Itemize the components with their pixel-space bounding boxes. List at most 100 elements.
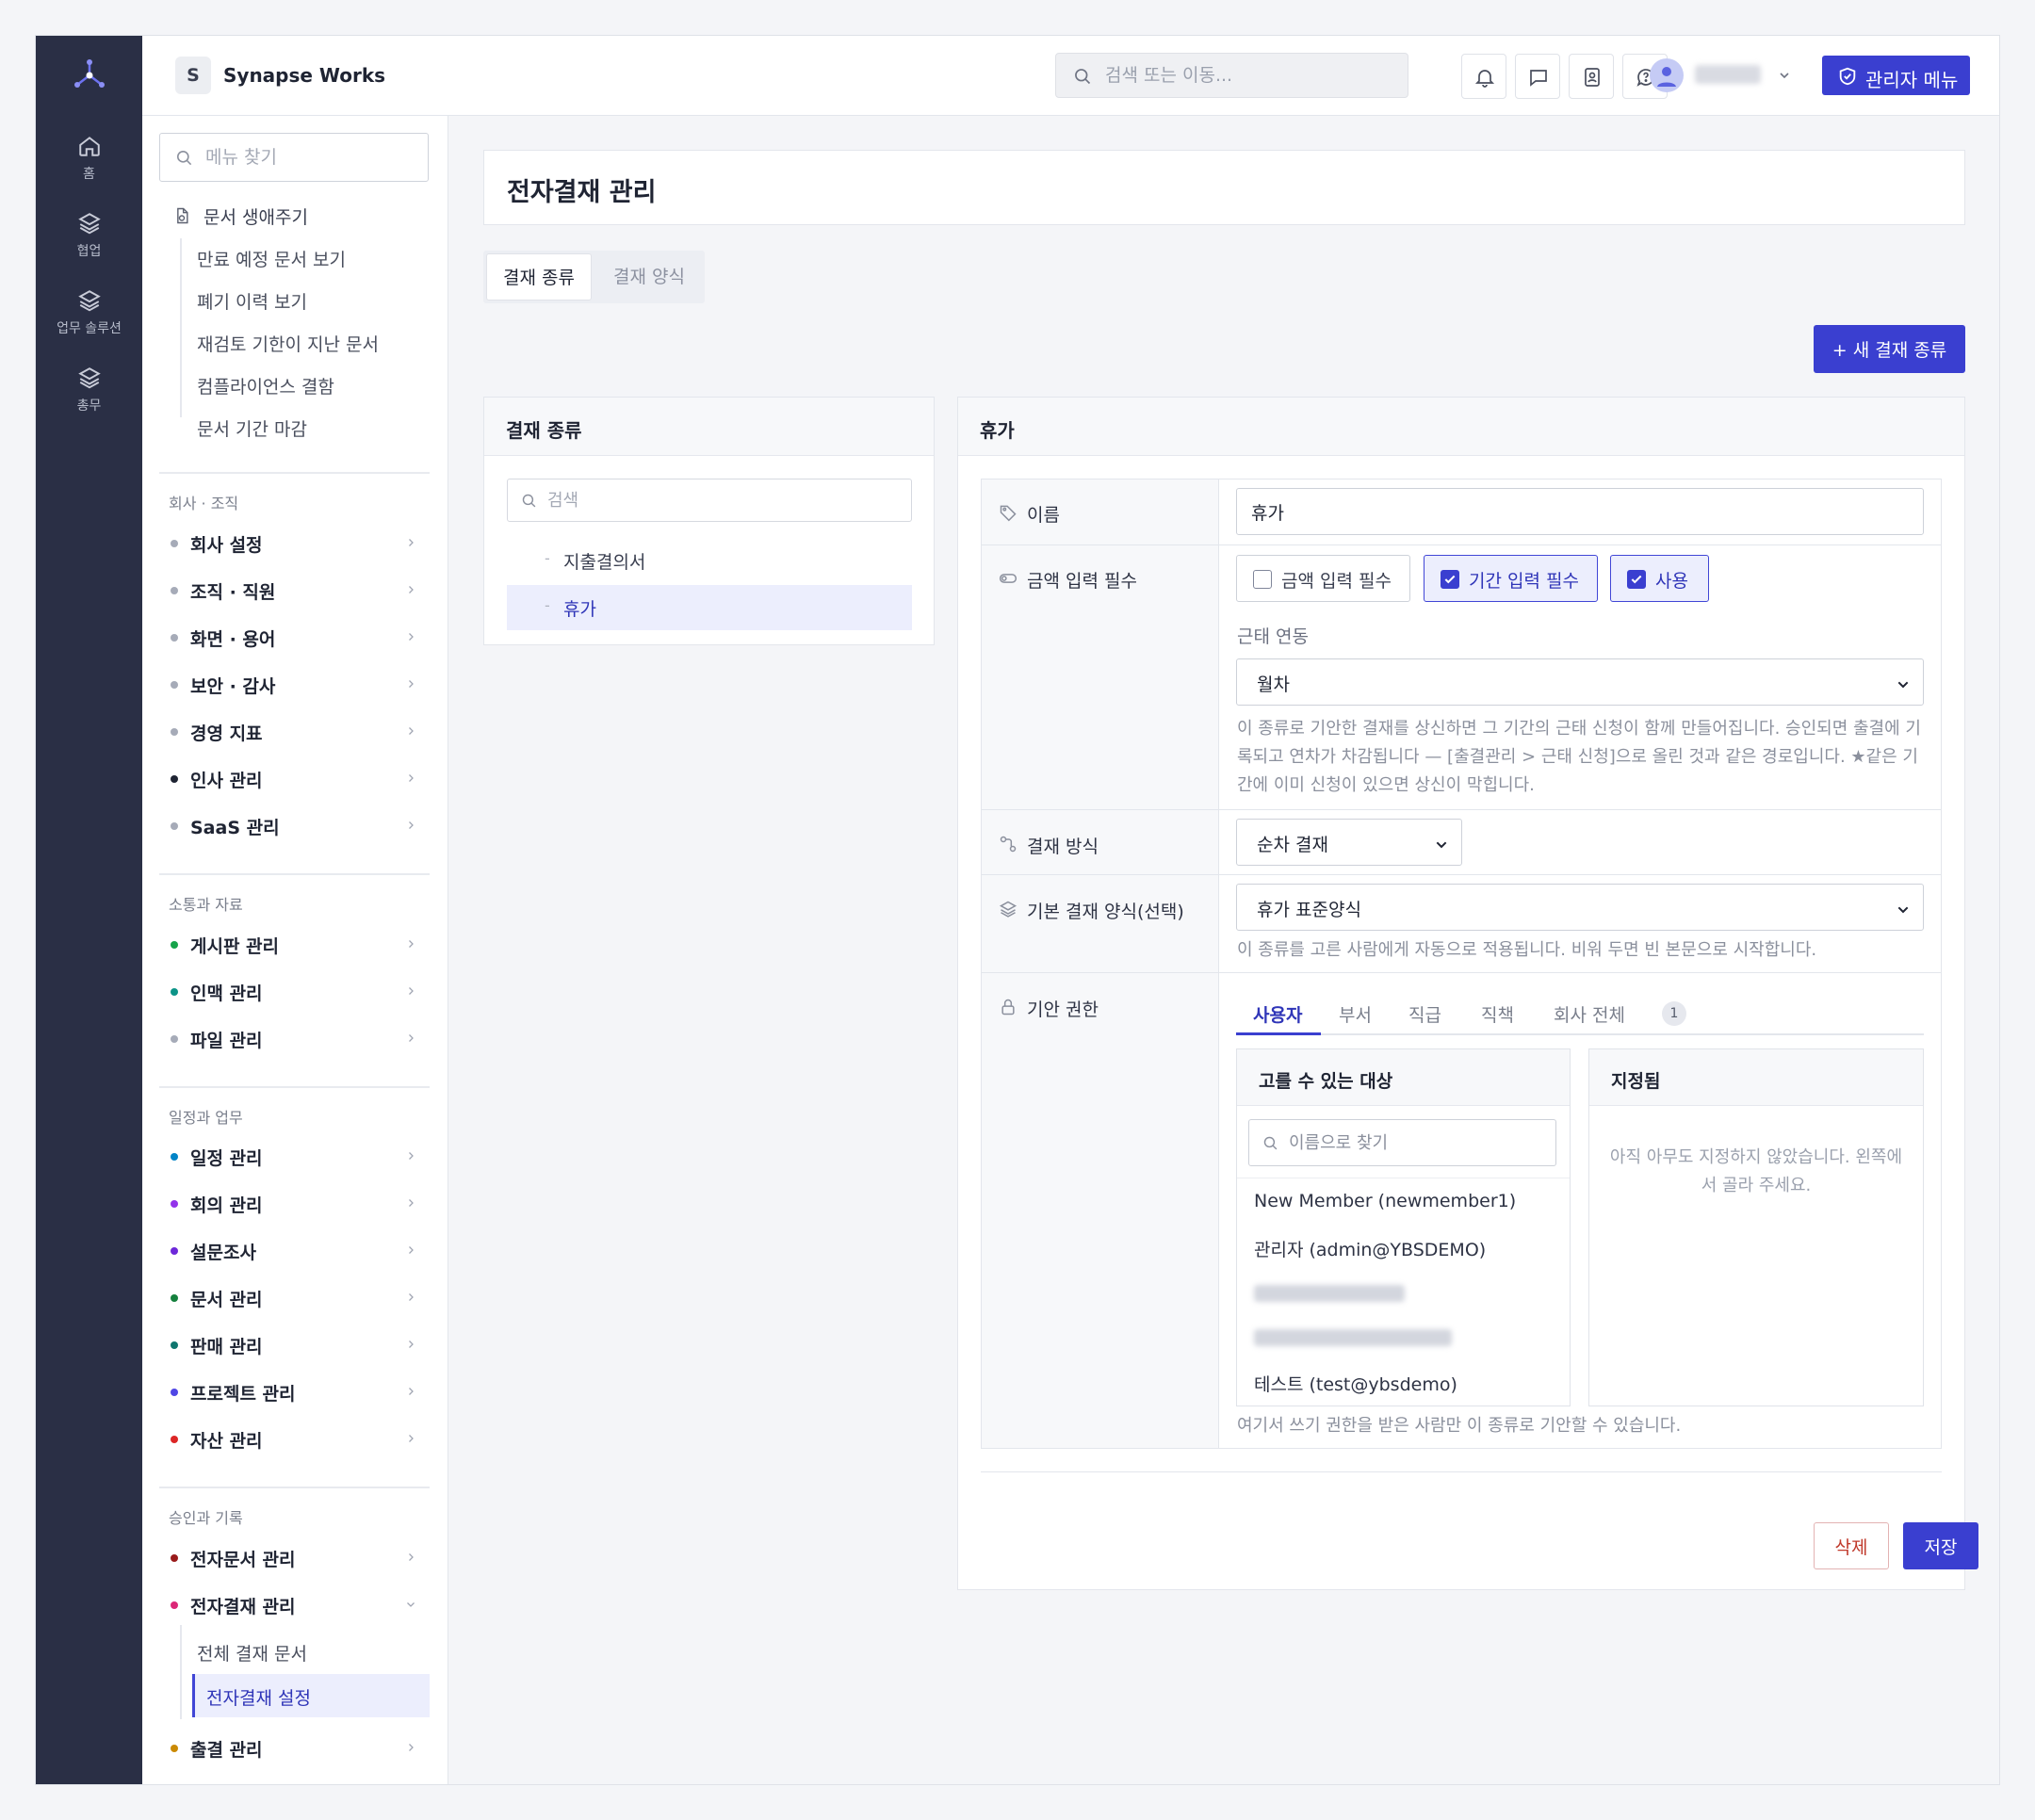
sidebar-item-schedule[interactable]: 일정 관리 <box>159 1137 430 1175</box>
sidebar-item-attendance[interactable]: 출결 관리 <box>159 1729 430 1766</box>
sidebar-subitem-approval-settings[interactable]: 전자결재 설정 <box>192 1674 430 1717</box>
sidebar-item-assets[interactable]: 자산 관리 <box>159 1420 430 1457</box>
delete-button[interactable]: 삭제 <box>1814 1522 1889 1569</box>
sidebar-item-label: 인사 관리 <box>190 771 263 791</box>
sidebar-item-label: 출결 관리 <box>190 1740 263 1761</box>
menu-search[interactable] <box>159 133 429 182</box>
rail-item-solutions[interactable]: 업무 솔루션 <box>36 288 142 337</box>
org-name[interactable]: Synapse Works <box>223 64 385 87</box>
candidate-item[interactable]: New Member (newmember1) <box>1254 1191 1516 1211</box>
list-item-selected[interactable]: - 휴가 <box>507 585 912 630</box>
avatar[interactable] <box>1650 58 1684 92</box>
sidebar-item-screen-terms[interactable]: 화면 · 용어 <box>159 618 430 656</box>
candidate-search-input[interactable] <box>1289 1120 1543 1165</box>
new-approval-type-button[interactable]: + 새 결재 종류 <box>1814 325 1965 373</box>
lifecycle-item-disposal-history[interactable]: 폐기 이력 보기 <box>197 288 307 314</box>
rail-item-collab[interactable]: 협업 <box>36 211 142 260</box>
candidate-redacted[interactable] <box>1254 1329 1452 1346</box>
chevron-right-icon <box>409 539 414 546</box>
sidebar-item-eapproval[interactable]: 전자결재 관리 <box>159 1585 430 1623</box>
checkbox-label: 사용 <box>1655 571 1688 592</box>
lifecycle-item-expiring[interactable]: 만료 예정 문서 보기 <box>197 246 346 271</box>
status-dot <box>171 822 178 830</box>
perm-tab-rank[interactable]: 직급 <box>1408 1001 1441 1027</box>
sidebar-item-edocs[interactable]: 전자문서 관리 <box>159 1538 430 1576</box>
sidebar-item-documents[interactable]: 문서 관리 <box>159 1278 430 1316</box>
rail-item-home[interactable]: 홈 <box>36 134 142 183</box>
contacts-button[interactable] <box>1569 54 1614 99</box>
candidate-item[interactable]: 관리자 (admin@YBSDEMO) <box>1254 1236 1486 1261</box>
perm-tab-user[interactable]: 사용자 <box>1253 1001 1302 1027</box>
lifecycle-item-period-close[interactable]: 문서 기간 마감 <box>197 415 307 441</box>
sidebar-item-board[interactable]: 게시판 관리 <box>159 925 430 963</box>
perm-tab-position[interactable]: 직책 <box>1481 1001 1514 1027</box>
company-count-badge: 1 <box>1662 1001 1686 1026</box>
sidebar-item-security-audit[interactable]: 보안 · 감사 <box>159 665 430 703</box>
sidebar-item-surveys[interactable]: 설문조사 <box>159 1231 430 1269</box>
save-button[interactable]: 저장 <box>1903 1522 1978 1569</box>
type-search[interactable] <box>507 479 912 522</box>
tree-dash: - <box>545 596 550 614</box>
sidebar-item-label: 화면 · 용어 <box>190 629 276 650</box>
search-icon <box>522 494 536 508</box>
sidebar-item-files[interactable]: 파일 관리 <box>159 1019 430 1057</box>
app-logo-icon[interactable] <box>72 57 107 92</box>
status-dot <box>171 1601 178 1609</box>
sidebar-group-title: 소통과 자료 <box>169 896 243 914</box>
default-template-select[interactable]: 휴가 표준양식 <box>1236 884 1924 931</box>
checkbox-label: 기간 입력 필수 <box>1469 571 1579 592</box>
lifecycle-item-review-overdue[interactable]: 재검토 기한이 지난 문서 <box>197 331 379 356</box>
name-input[interactable] <box>1236 488 1924 535</box>
sidebar-item-label: 회의 관리 <box>190 1195 263 1216</box>
candidate-search[interactable] <box>1248 1119 1556 1166</box>
sidebar-item-meetings[interactable]: 회의 관리 <box>159 1184 430 1222</box>
sidebar-item-label: 설문조사 <box>190 1243 256 1263</box>
sidebar-item-company-settings[interactable]: 회사 설정 <box>159 524 430 561</box>
status-dot <box>171 1389 178 1396</box>
rail-item-general-affairs[interactable]: 총무 <box>36 366 142 414</box>
layers-icon <box>77 213 101 235</box>
tab-approval-types[interactable]: 결재 종류 <box>486 253 592 301</box>
sidebar-item-hr[interactable]: 인사 관리 <box>159 759 430 797</box>
candidate-redacted[interactable] <box>1254 1285 1405 1302</box>
perm-tab-company[interactable]: 회사 전체 <box>1554 1001 1625 1027</box>
type-search-input[interactable] <box>547 479 896 521</box>
sidebar-item-saas[interactable]: SaaS 관리 <box>159 806 430 844</box>
perm-tab-department[interactable]: 부서 <box>1339 1001 1372 1027</box>
status-dot <box>171 1436 178 1443</box>
admin-menu-button[interactable]: 관리자 메뉴 <box>1822 56 1970 95</box>
list-item[interactable]: - 지출결의서 <box>507 538 912 583</box>
approval-method-select[interactable]: 순차 결재 <box>1236 819 1462 866</box>
sidebar-item-projects[interactable]: 프로젝트 관리 <box>159 1373 430 1410</box>
messages-button[interactable] <box>1515 54 1560 99</box>
period-required-checkbox[interactable]: 기간 입력 필수 <box>1424 555 1598 602</box>
status-dot <box>171 1153 178 1161</box>
tab-approval-forms[interactable]: 결재 양식 <box>596 253 702 301</box>
sidebar-divider <box>159 1487 430 1488</box>
global-search[interactable] <box>1055 53 1408 98</box>
sidebar-item-label: 게시판 관리 <box>190 936 280 957</box>
sidebar-item-kpi[interactable]: 경영 지표 <box>159 712 430 750</box>
lifecycle-item-compliance[interactable]: 컴플라이언스 결함 <box>197 373 334 398</box>
status-dot <box>171 775 178 783</box>
in-use-checkbox[interactable]: 사용 <box>1610 555 1709 602</box>
amount-required-checkbox[interactable]: 금액 입력 필수 <box>1236 555 1410 602</box>
row-divider <box>982 874 1941 875</box>
sidebar-item-org-staff[interactable]: 조직 · 직원 <box>159 571 430 609</box>
rail-label-home: 홈 <box>83 167 95 182</box>
menu-search-input[interactable] <box>205 134 413 181</box>
global-search-input[interactable] <box>1105 54 1397 97</box>
select-value: 순차 결재 <box>1257 835 1328 855</box>
sidebar-item-sales[interactable]: 판매 관리 <box>159 1325 430 1363</box>
notifications-button[interactable] <box>1461 54 1506 99</box>
submenu-guide-line <box>180 238 182 417</box>
field-label-text: 이름 <box>1027 505 1060 526</box>
chevron-down-icon[interactable] <box>1777 68 1792 83</box>
attendance-link-select[interactable]: 월차 <box>1236 658 1924 706</box>
sidebar-subitem-all-approvals[interactable]: 전체 결재 문서 <box>197 1640 307 1666</box>
sidebar-item-network[interactable]: 인맥 관리 <box>159 972 430 1010</box>
org-badge[interactable]: S <box>175 57 211 94</box>
candidate-item[interactable]: 테스트 (test@ybsdemo) <box>1254 1371 1457 1396</box>
pane-title: 지정됨 <box>1611 1071 1661 1092</box>
assigned-pane: 지정됨 아직 아무도 지정하지 않았습니다. 왼쪽에서 골라 주세요. <box>1588 1048 1924 1406</box>
